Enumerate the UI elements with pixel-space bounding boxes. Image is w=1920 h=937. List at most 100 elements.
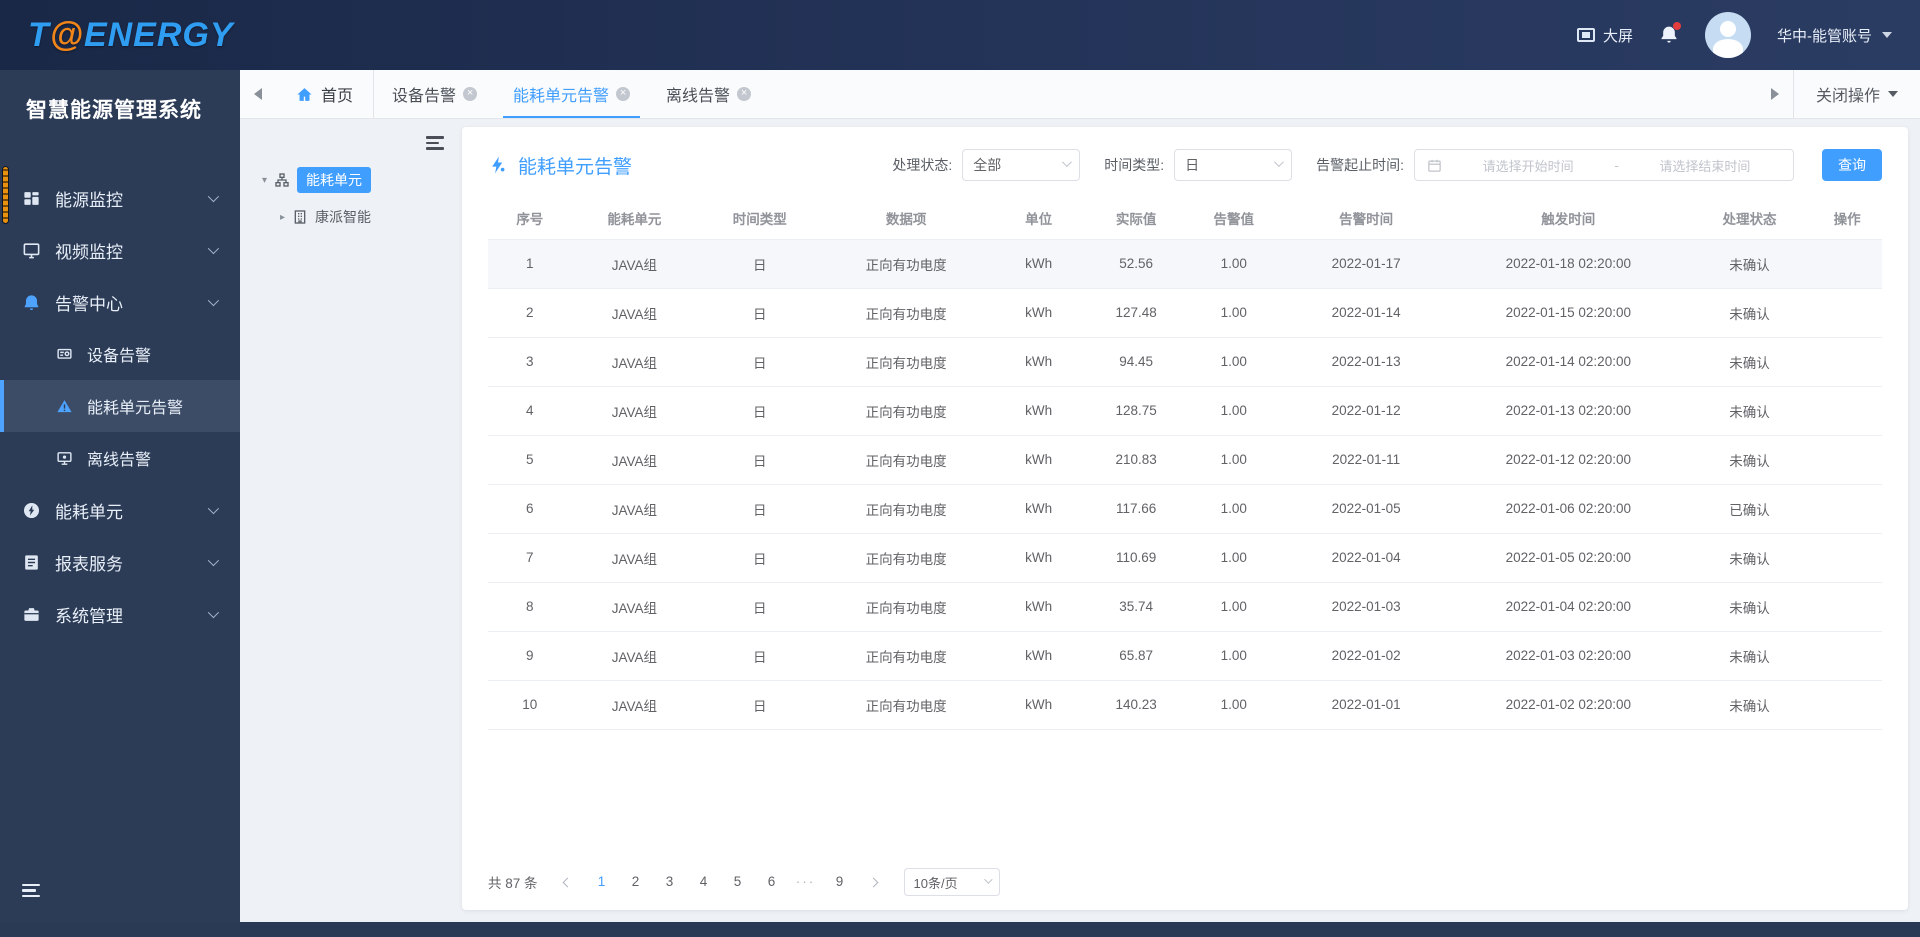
- table-cell: kWh: [989, 484, 1088, 534]
- table-cell: 正向有功电度: [822, 533, 990, 583]
- offline-monitor-icon: [57, 451, 72, 465]
- sidebar-item-report-service[interactable]: 报表服务: [0, 536, 240, 588]
- page-button[interactable]: 5: [724, 868, 752, 896]
- sidebar-item-system-manage[interactable]: 系统管理: [0, 588, 240, 640]
- page-size-select[interactable]: 10条/页: [903, 868, 1000, 896]
- notification-button[interactable]: [1659, 22, 1681, 45]
- next-page-button[interactable]: [860, 868, 888, 896]
- table-cell: 正向有功电度: [822, 337, 990, 387]
- start-date-placeholder[interactable]: 请选择开始时间: [1452, 156, 1604, 175]
- close-operations-dropdown[interactable]: 关闭操作: [1794, 82, 1920, 106]
- device-icon: [57, 348, 72, 359]
- prev-page-button[interactable]: [554, 868, 582, 896]
- pagination: 共 87 条 1 2 3 4 5 6 ··· 9 10条/页: [488, 868, 1000, 896]
- sidebar-item-label: 离线告警: [87, 452, 152, 469]
- end-date-placeholder[interactable]: 请选择结束时间: [1629, 156, 1781, 175]
- caret-right-icon[interactable]: ▸: [280, 212, 285, 223]
- chevron-right-icon: [868, 877, 879, 887]
- tab-energy-unit-alarm[interactable]: 能耗单元告警: [495, 70, 648, 118]
- tab-label: 设备告警: [392, 88, 457, 105]
- sidebar-item-device-alarm[interactable]: 设备告警: [0, 328, 240, 380]
- table-cell: kWh: [989, 337, 1088, 387]
- table-cell: 日: [697, 288, 823, 338]
- table-cell: 2022-01-18 02:20:00: [1449, 239, 1687, 289]
- status-select-value: 全部: [973, 157, 1002, 173]
- chevron-left-icon: [562, 877, 573, 887]
- table-cell: 117.66: [1087, 484, 1185, 534]
- table-cell: 128.75: [1087, 386, 1185, 436]
- sidebar-item-energy-monitor[interactable]: 能源监控: [0, 172, 240, 224]
- table-cell: 65.87: [1087, 631, 1185, 681]
- column-header: 时间类型: [697, 197, 823, 240]
- caret-down-icon[interactable]: ▾: [262, 175, 267, 186]
- status-select[interactable]: 全部: [962, 149, 1081, 181]
- main-card: 能耗单元告警 处理状态: 全部 时间类型: 日 告警起止时间: 请选择开始时间 …: [462, 127, 1908, 910]
- sidebar-item-alarm-center[interactable]: 告警中心: [0, 276, 240, 328]
- table-cell: JAVA组: [571, 288, 698, 338]
- table-row[interactable]: 8 JAVA组日正向有功电度 kWh 35.74 1.00 2022-01-03 2022-…: [488, 582, 1882, 632]
- page-button[interactable]: 1: [588, 868, 616, 896]
- close-icon[interactable]: [463, 87, 478, 101]
- table-cell: kWh: [989, 386, 1088, 436]
- table-row[interactable]: 7 JAVA组日正向有功电度 kWh 110.69 1.00 2022-01-04 2022…: [488, 533, 1882, 583]
- table-cell: 日: [697, 582, 823, 632]
- tree-node-label-selected[interactable]: 能耗单元: [297, 167, 372, 193]
- tree-node-root[interactable]: ▾ 能耗单元: [262, 167, 462, 193]
- table-row[interactable]: 10 JAVA组日正向有功电度 kWh 140.23 1.00 2022-01-01 202…: [488, 680, 1882, 730]
- tab-label: 离线告警: [666, 88, 731, 105]
- tabs-scroll-right-button[interactable]: [1757, 88, 1793, 100]
- table-row[interactable]: 3 JAVA组日正向有功电度 kWh 94.45 1.00 2022-01-13 2022-…: [488, 337, 1882, 387]
- table-cell: 未确认: [1686, 582, 1813, 632]
- sidebar-collapse-button[interactable]: [22, 881, 40, 901]
- table-cell: [1812, 288, 1882, 338]
- table-cell: 110.69: [1087, 533, 1185, 583]
- table-row[interactable]: 1 JAVA组日正向有功电度 kWh 52.56 1.00 2022-01-17 2022-…: [488, 239, 1882, 289]
- page-button[interactable]: 2: [622, 868, 650, 896]
- table-row[interactable]: 9 JAVA组日正向有功电度 kWh 65.87 1.00 2022-01-02 2022-…: [488, 631, 1882, 681]
- table-cell: 2022-01-02: [1282, 631, 1450, 681]
- sidebar-item-video-monitor[interactable]: 视频监控: [0, 224, 240, 276]
- tree-collapse-button[interactable]: [426, 133, 444, 153]
- table-row[interactable]: 6 JAVA组日正向有功电度 kWh 117.66 1.00 2022-01-05 2022…: [488, 484, 1882, 534]
- table-cell: JAVA组: [571, 533, 698, 583]
- sidebar-item-offline-alarm[interactable]: 离线告警: [0, 432, 240, 484]
- tab-home[interactable]: 首页: [276, 70, 373, 118]
- tab-device-alarm[interactable]: 设备告警: [374, 70, 495, 118]
- table-row[interactable]: 5 JAVA组日正向有功电度 kWh 210.83 1.00 2022-01-11 2022…: [488, 435, 1882, 485]
- avatar[interactable]: [1705, 12, 1751, 58]
- tree-panel: ▾ 能耗单元 ▸ 康派智能: [240, 119, 462, 922]
- page-button[interactable]: 6: [758, 868, 786, 896]
- system-title: 智慧能源管理系统: [26, 99, 202, 122]
- page-button[interactable]: 9: [826, 868, 854, 896]
- tree-node-child[interactable]: ▸ 康派智能: [280, 207, 462, 227]
- table-cell: [1812, 533, 1882, 583]
- page-ellipsis[interactable]: ···: [792, 868, 820, 896]
- sidebar-item-energy-unit[interactable]: 能耗单元: [0, 484, 240, 536]
- search-button[interactable]: 查询: [1822, 149, 1882, 181]
- page-button[interactable]: 4: [690, 868, 718, 896]
- chevron-down-icon: [207, 190, 220, 203]
- dashboard-icon: [24, 191, 39, 205]
- close-icon[interactable]: [737, 87, 752, 101]
- sidebar-item-energy-unit-alarm[interactable]: 能耗单元告警: [0, 380, 240, 432]
- pagination-total: 共 87 条: [488, 876, 538, 891]
- close-icon[interactable]: [616, 87, 631, 101]
- table-cell: JAVA组: [571, 631, 698, 681]
- tabs-scroll-left-button[interactable]: [240, 88, 276, 100]
- table-row[interactable]: 2 JAVA组日正向有功电度 kWh 127.48 1.00 2022-01-14 2022…: [488, 288, 1882, 338]
- page-button[interactable]: 3: [656, 868, 684, 896]
- table-cell: 未确认: [1686, 533, 1813, 583]
- chevron-down-icon: [207, 294, 220, 307]
- table-cell: 正向有功电度: [822, 239, 990, 289]
- big-screen-button[interactable]: 大屏: [1576, 25, 1633, 46]
- table-cell: 2022-01-04: [1282, 533, 1450, 583]
- table-row[interactable]: 4 JAVA组日正向有功电度 kWh 128.75 1.00 2022-01-12 2022…: [488, 386, 1882, 436]
- table-cell: 2022-01-12: [1282, 386, 1450, 436]
- tab-offline-alarm[interactable]: 离线告警: [648, 70, 769, 118]
- table-cell: 日: [697, 337, 823, 387]
- table-cell: JAVA组: [571, 435, 698, 485]
- account-menu[interactable]: 华中-能管账号: [1777, 25, 1892, 46]
- time-type-select[interactable]: 日: [1174, 149, 1293, 181]
- alarm-bell-icon: [24, 294, 39, 310]
- date-range-picker[interactable]: 请选择开始时间 - 请选择结束时间: [1414, 149, 1794, 181]
